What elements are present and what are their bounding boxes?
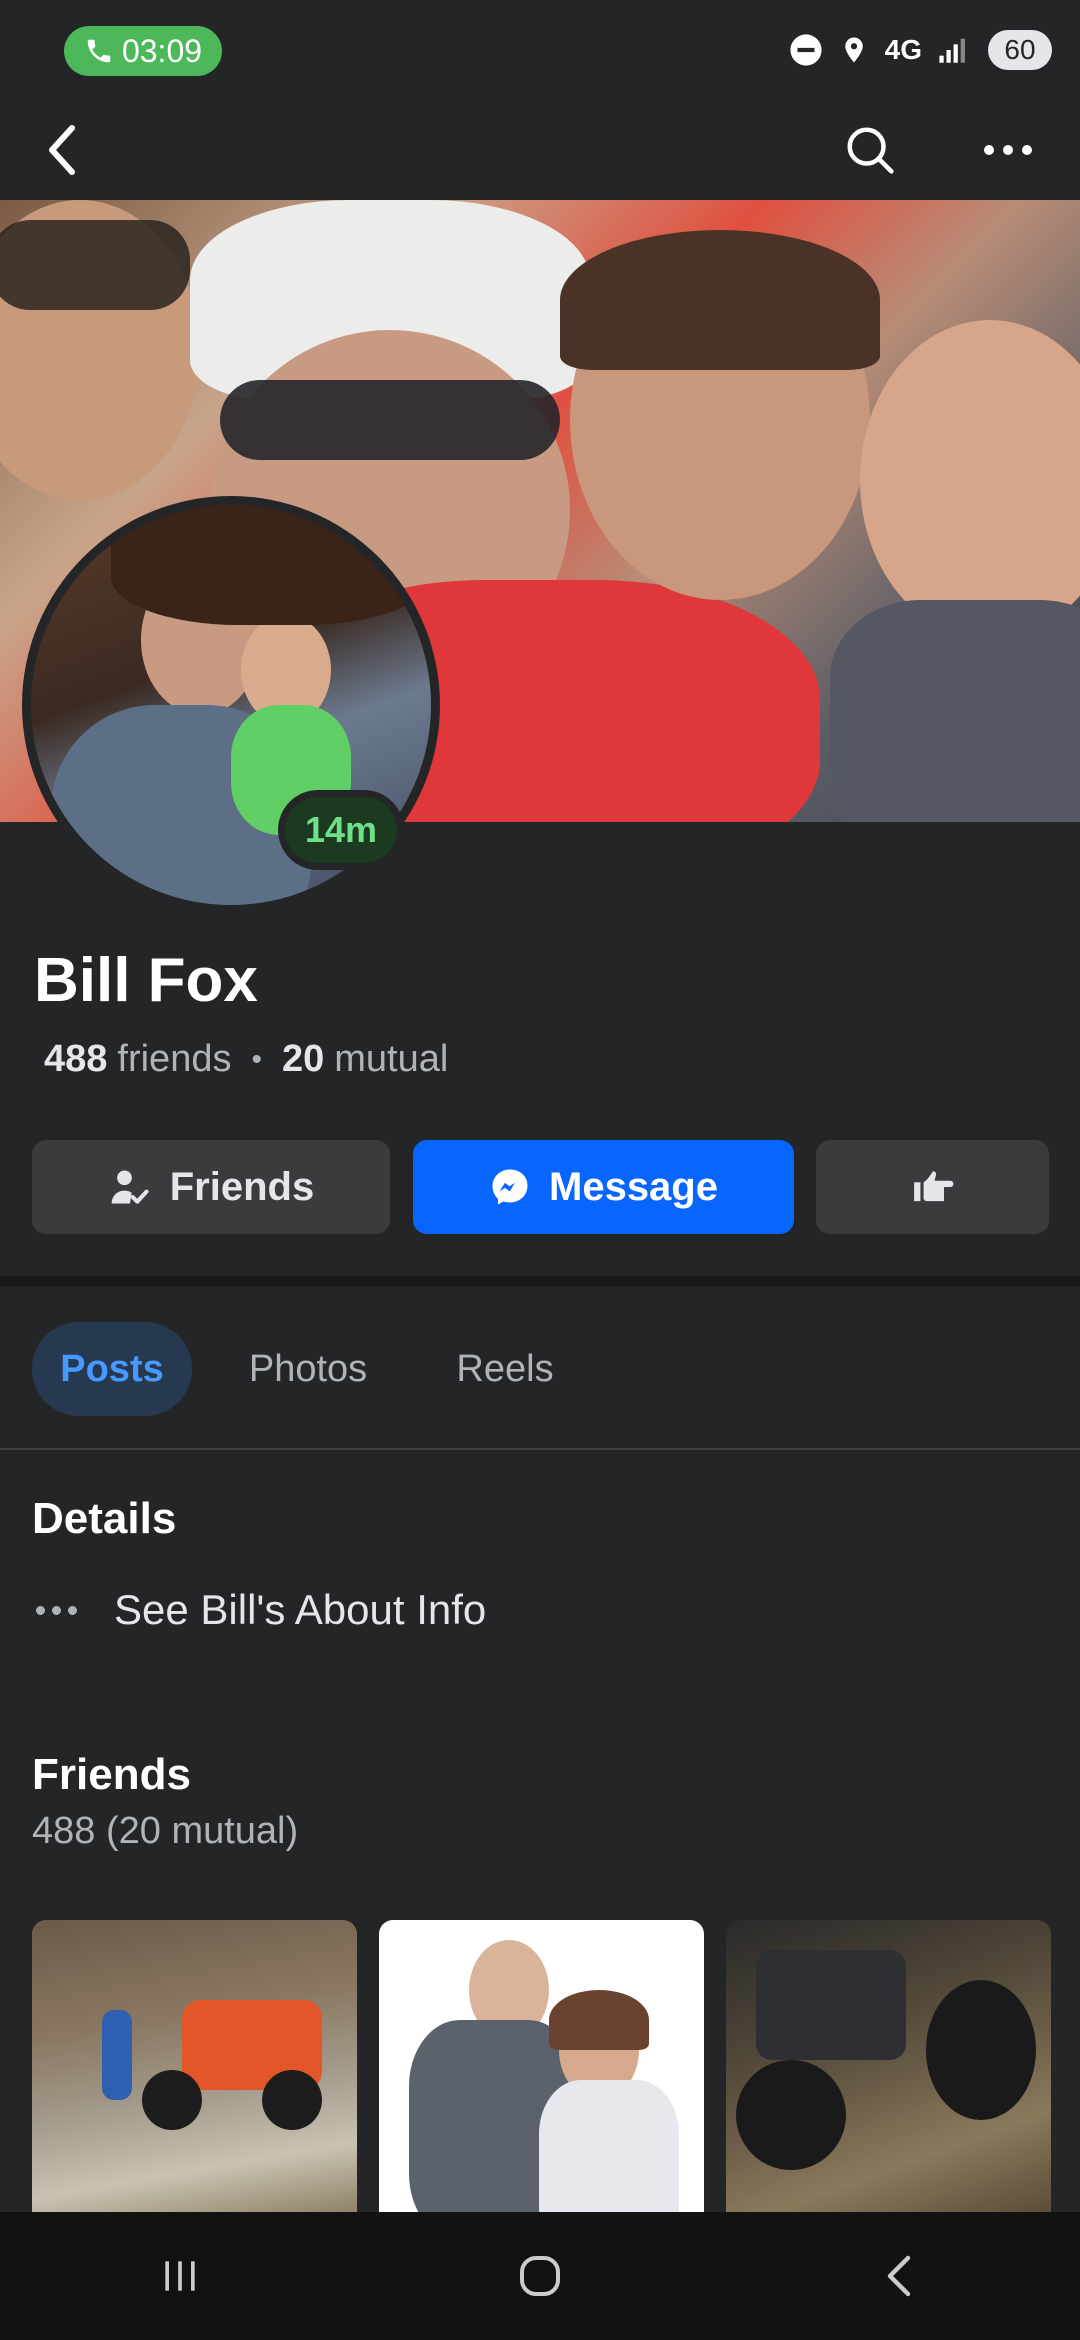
counts-separator: • [251,1042,262,1076]
status-time: 03:09 [121,32,203,69]
friend-thumbnail[interactable] [32,1920,357,2212]
home-icon [520,2256,560,2296]
phone-icon [87,39,111,63]
back-arrow-icon [49,125,75,175]
mutual-word: mutual [334,1038,449,1080]
status-indicators: 4G 60 [789,22,1052,78]
friend-counts[interactable]: 488 friends • 20 mutual [44,1038,448,1081]
system-back-button[interactable] [860,2236,940,2316]
home-button[interactable] [500,2236,580,2316]
friends-word: friends [117,1038,232,1080]
status-bar: 03:09 4G 60 [0,0,1080,100]
friends-count: 488 [44,1038,108,1080]
back-arrow-icon [887,2255,911,2297]
system-navigation-bar [0,2212,1080,2340]
friends-section-subtitle: 488 (20 mutual) [32,1810,299,1852]
message-button[interactable]: Message [413,1140,794,1234]
ongoing-call-pill[interactable]: 03:09 [64,26,222,76]
network-type: 4G [884,34,922,65]
back-button[interactable] [22,110,102,190]
friend-thumbnail[interactable] [379,1920,704,2212]
details-title: Details [32,1494,177,1543]
search-button[interactable] [830,110,910,190]
friends-check-icon [111,1170,149,1204]
recents-button[interactable] [140,2236,220,2316]
profile-name: Bill Fox [34,946,258,1015]
tab-photos[interactable]: Photos [218,1322,398,1416]
message-button-label: Message [549,1164,718,1209]
tab-reels[interactable]: Reels [420,1322,590,1416]
more-options-button[interactable] [968,110,1048,190]
poke-hand-icon [913,1171,953,1202]
section-divider [0,1276,1080,1286]
location-icon [844,37,863,63]
battery-indicator: 60 [988,30,1052,70]
about-link-label: See Bill's About Info [114,1586,487,1633]
mutual-count: 20 [281,1038,325,1080]
see-about-info-link[interactable]: See Bill's About Info [32,1586,486,1634]
online-status-badge: 14m [278,790,404,870]
more-dots-icon [32,1605,80,1615]
poke-button[interactable] [816,1140,1049,1234]
friends-button-label: Friends [169,1164,315,1209]
more-dots-icon [984,145,1032,155]
search-icon [847,127,894,174]
friend-thumbnail[interactable] [726,1920,1051,2212]
friends-button[interactable]: Friends [32,1140,390,1234]
last-active-time: 14m [285,797,397,863]
friends-section-title: Friends [32,1750,191,1799]
tab-posts[interactable]: Posts [32,1322,192,1416]
messenger-icon [492,1169,528,1205]
signal-icon [939,38,965,63]
tabs-divider [0,1448,1080,1450]
do-not-disturb-icon [790,34,822,66]
app-bar [0,100,1080,200]
recents-icon [165,2261,195,2291]
